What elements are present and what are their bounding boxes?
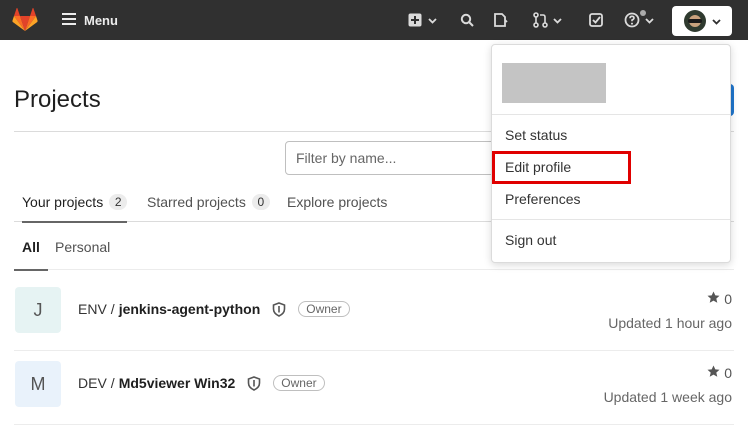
- project-name[interactable]: jenkins-agent-python: [119, 301, 261, 317]
- project-namespace: DEV: [78, 375, 107, 391]
- tab-label: All: [22, 239, 40, 255]
- updated-timestamp: Updated 1 week ago: [603, 389, 732, 405]
- project-row[interactable]: J ENV / jenkins-agent-python Owner 0 Upd…: [14, 275, 734, 351]
- plus-square-icon: [406, 11, 424, 29]
- tab-personal[interactable]: Personal: [55, 224, 110, 270]
- project-title[interactable]: ENV / jenkins-agent-python Owner: [78, 301, 350, 317]
- highlight-annotation: [492, 151, 631, 184]
- sign-out-menu-item[interactable]: Sign out: [505, 232, 556, 248]
- tab-starred-projects[interactable]: Starred projects 0: [147, 182, 270, 222]
- page-title: Projects: [14, 86, 101, 113]
- shield-icon: [272, 301, 286, 317]
- tab-all[interactable]: All: [14, 224, 48, 271]
- divider: [492, 219, 730, 220]
- notification-dot: [640, 10, 646, 16]
- count-badge: 2: [109, 194, 128, 210]
- todo-check-icon: [587, 11, 605, 29]
- project-avatar: M: [15, 361, 61, 407]
- star-icon: [707, 365, 720, 381]
- count-badge: 0: [251, 194, 270, 210]
- create-new-button[interactable]: [406, 0, 437, 40]
- search-button[interactable]: [458, 0, 476, 40]
- chevron-down-icon: [711, 12, 721, 30]
- issues-icon: [491, 11, 509, 29]
- user-dropdown-menu: Set status Edit profile Preferences Sign…: [491, 44, 731, 263]
- question-circle-icon: [623, 11, 641, 29]
- merge-requests-button[interactable]: [531, 0, 562, 40]
- tab-explore-projects[interactable]: Explore projects: [287, 182, 387, 222]
- filter-by-name-input[interactable]: [285, 141, 515, 175]
- search-icon: [458, 11, 476, 29]
- star-count-value: 0: [724, 365, 732, 381]
- avatar: [683, 10, 706, 32]
- top-navbar: Menu: [0, 0, 748, 40]
- star-icon: [707, 291, 720, 307]
- chevron-down-icon: [428, 11, 437, 29]
- todos-button[interactable]: [587, 0, 605, 40]
- project-namespace: ENV: [78, 301, 107, 317]
- project-row[interactable]: M DEV / Md5viewer Win32 Owner 0 Updated …: [14, 349, 734, 425]
- path-separator: /: [110, 301, 115, 317]
- project-title[interactable]: DEV / Md5viewer Win32 Owner: [78, 375, 325, 391]
- tab-label: Personal: [55, 239, 111, 255]
- updated-timestamp: Updated 1 hour ago: [608, 315, 732, 331]
- issues-button[interactable]: [491, 0, 509, 40]
- project-avatar: J: [15, 287, 61, 333]
- gitlab-logo-icon[interactable]: [12, 0, 38, 40]
- user-menu-button[interactable]: [672, 6, 732, 36]
- star-count-value: 0: [724, 291, 732, 307]
- redacted-user-info: [502, 63, 606, 103]
- chevron-down-icon: [553, 11, 562, 29]
- chevron-down-icon: [645, 11, 654, 29]
- shield-icon: [247, 375, 261, 391]
- project-name[interactable]: Md5viewer Win32: [119, 375, 236, 391]
- role-badge: Owner: [298, 301, 350, 317]
- help-button[interactable]: [623, 0, 654, 40]
- set-status-menu-item[interactable]: Set status: [505, 127, 567, 143]
- hamburger-icon: [62, 12, 76, 28]
- tab-label: Explore projects: [287, 194, 388, 210]
- menu-label: Menu: [84, 12, 118, 28]
- star-count[interactable]: 0: [707, 291, 732, 307]
- menu-button[interactable]: Menu: [62, 0, 118, 40]
- role-badge: Owner: [273, 375, 325, 391]
- path-separator: /: [110, 375, 115, 391]
- preferences-menu-item[interactable]: Preferences: [505, 191, 580, 207]
- star-count[interactable]: 0: [707, 365, 732, 381]
- tab-label: Starred projects: [147, 194, 246, 210]
- tab-label: Your projects: [22, 194, 104, 210]
- tab-your-projects[interactable]: Your projects 2: [22, 182, 128, 223]
- divider: [492, 114, 730, 115]
- merge-request-icon: [531, 11, 549, 29]
